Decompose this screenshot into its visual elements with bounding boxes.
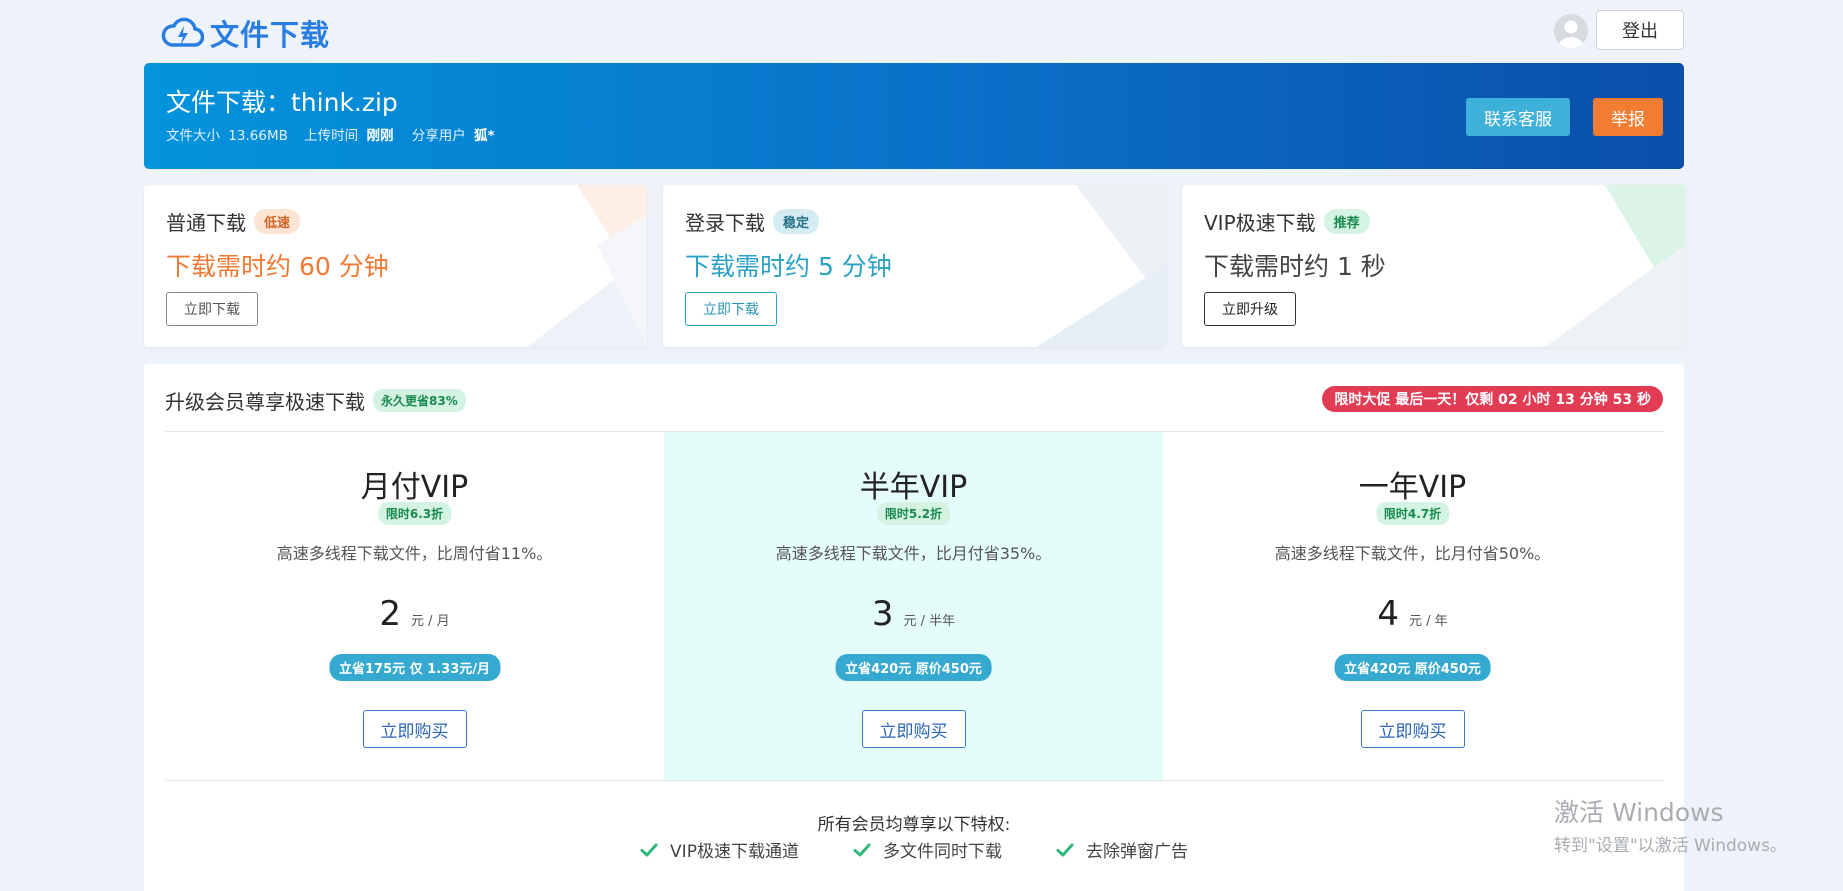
plan-name: 一年VIP: [1358, 470, 1467, 505]
plan-description: 高速多线程下载文件，比月付省35%。: [775, 544, 1052, 563]
vip-download-card: VIP极速下载 推荐 下载需时约 1 秒 立即升级: [1182, 185, 1685, 347]
plan-description: 高速多线程下载文件，比月付省50%。: [1274, 544, 1551, 563]
speed-tag: 低速: [254, 209, 301, 234]
report-button[interactable]: 举报: [1593, 98, 1663, 136]
price-unit: 元 / 年: [1408, 614, 1448, 629]
plan-half-year: 半年VIP 限时5.2折 高速多线程下载文件，比月付省35%。 3 元 / 半年…: [664, 432, 1163, 782]
contact-support-button[interactable]: 联系客服: [1466, 98, 1570, 136]
plan-name: 半年VIP: [859, 470, 968, 505]
card-title: 登录下载 稳定: [685, 207, 820, 236]
windows-activation-watermark: 激活 Windows 转到"设置"以激活 Windows。: [1554, 793, 1787, 856]
plan-discount: 限时4.7折: [1375, 502, 1450, 525]
login-download-button[interactable]: 立即下载: [685, 292, 777, 326]
card-title-text: 登录下载: [685, 211, 765, 235]
card-title: VIP极速下载 推荐: [1204, 207, 1370, 236]
file-meta: 文件大小 13.66MB 上传时间 刚刚 分享用户 狐*: [166, 124, 509, 144]
card-decoration: [1545, 185, 1685, 347]
login-download-card: 登录下载 稳定 下载需时约 5 分钟 立即下载: [663, 185, 1166, 347]
download-time: 下载需时约 60 分钟: [166, 252, 389, 281]
perks-list: VIP极速下载通道 多文件同时下载 去除弹窗广告: [144, 837, 1684, 862]
perk-label: VIP极速下载通道: [670, 842, 799, 862]
logout-button[interactable]: 登出: [1596, 10, 1684, 50]
plan-discount: 限时6.3折: [377, 502, 452, 525]
check-icon: [853, 843, 871, 856]
plan-discount: 限时5.2折: [876, 502, 951, 525]
normal-download-card: 普通下载 低速 下载需时约 60 分钟 立即下载: [144, 185, 647, 347]
card-title-text: VIP极速下载: [1204, 211, 1316, 235]
buy-monthly-button[interactable]: 立即购买: [362, 710, 467, 748]
price-number: 4: [1377, 594, 1399, 634]
plan-price: 3 元 / 半年: [664, 594, 1163, 634]
save-badge: 永久更省83%: [373, 389, 466, 412]
check-icon: [1056, 843, 1074, 856]
perk-item: 多文件同时下载: [853, 837, 1002, 862]
price-unit: 元 / 半年: [903, 614, 956, 629]
sharer-value: 狐*: [474, 128, 495, 144]
perk-label: 去除弹窗广告: [1085, 842, 1188, 862]
plan-savings: 立省420元 原价450元: [1334, 654, 1491, 681]
user-icon: [1558, 20, 1584, 48]
perk-item: VIP极速下载通道: [640, 837, 799, 862]
upgrade-vip-button[interactable]: 立即升级: [1204, 292, 1296, 326]
speed-tag: 稳定: [773, 209, 820, 234]
divider: [165, 780, 1663, 781]
plan-savings: 立省175元 仅 1.33元/月: [328, 654, 501, 681]
card-title-text: 普通下载: [166, 211, 246, 235]
card-title: 普通下载 低速: [166, 207, 301, 236]
upload-value: 刚刚: [366, 128, 394, 144]
perk-item: 去除弹窗广告: [1056, 837, 1188, 862]
membership-title: 升级会员尊享极速下载 永久更省83%: [165, 386, 466, 415]
card-decoration: [527, 185, 647, 347]
price-unit: 元 / 月: [410, 614, 450, 629]
file-title: 文件下载：think.zip: [166, 88, 398, 117]
download-time: 下载需时约 1 秒: [1204, 252, 1386, 281]
buy-half-year-button[interactable]: 立即购买: [861, 710, 966, 748]
file-info-banner: 文件下载：think.zip 文件大小 13.66MB 上传时间 刚刚 分享用户…: [144, 63, 1684, 169]
check-icon: [640, 843, 658, 856]
cloud-lightning-icon: [161, 17, 204, 47]
size-label: 文件大小: [166, 128, 220, 144]
upload-label: 上传时间: [304, 128, 359, 144]
membership-panel: 升级会员尊享极速下载 永久更省83% 限时大促 最后一天！仅剩 02 小时 13…: [144, 364, 1684, 891]
watermark-line1: 激活 Windows: [1554, 798, 1724, 827]
promo-countdown-badge: 限时大促 最后一天！仅剩 02 小时 13 分钟 53 秒: [1322, 386, 1663, 412]
sharer-label: 分享用户: [411, 128, 466, 144]
plan-monthly: 月付VIP 限时6.3折 高速多线程下载文件，比周付省11%。 2 元 / 月 …: [165, 432, 664, 782]
plan-savings: 立省420元 原价450元: [835, 654, 992, 681]
price-number: 2: [379, 594, 401, 634]
plan-price: 4 元 / 年: [1163, 594, 1662, 634]
plan-description: 高速多线程下载文件，比周付省11%。: [276, 544, 553, 563]
normal-download-button[interactable]: 立即下载: [166, 292, 258, 326]
plan-name: 月付VIP: [360, 470, 469, 505]
download-time: 下载需时约 5 分钟: [685, 252, 892, 281]
size-value: 13.66MB: [228, 128, 288, 144]
plan-price: 2 元 / 月: [165, 594, 664, 634]
perks-title: 所有会员均尊享以下特权:: [817, 815, 1011, 835]
user-avatar[interactable]: [1554, 14, 1588, 48]
plan-yearly: 一年VIP 限时4.7折 高速多线程下载文件，比月付省50%。 4 元 / 年 …: [1163, 432, 1662, 782]
logo-text: 文件下载: [210, 18, 331, 52]
watermark-line2: 转到"设置"以激活 Windows。: [1554, 836, 1787, 856]
speed-tag: 推荐: [1323, 209, 1370, 234]
card-decoration: [1036, 185, 1166, 347]
site-logo[interactable]: 文件下载: [160, 12, 330, 54]
buy-yearly-button[interactable]: 立即购买: [1360, 710, 1465, 748]
membership-title-text: 升级会员尊享极速下载: [165, 390, 365, 414]
perk-label: 多文件同时下载: [882, 842, 1002, 862]
top-bar: 文件下载 登出: [160, 10, 1684, 62]
price-number: 3: [871, 594, 894, 634]
